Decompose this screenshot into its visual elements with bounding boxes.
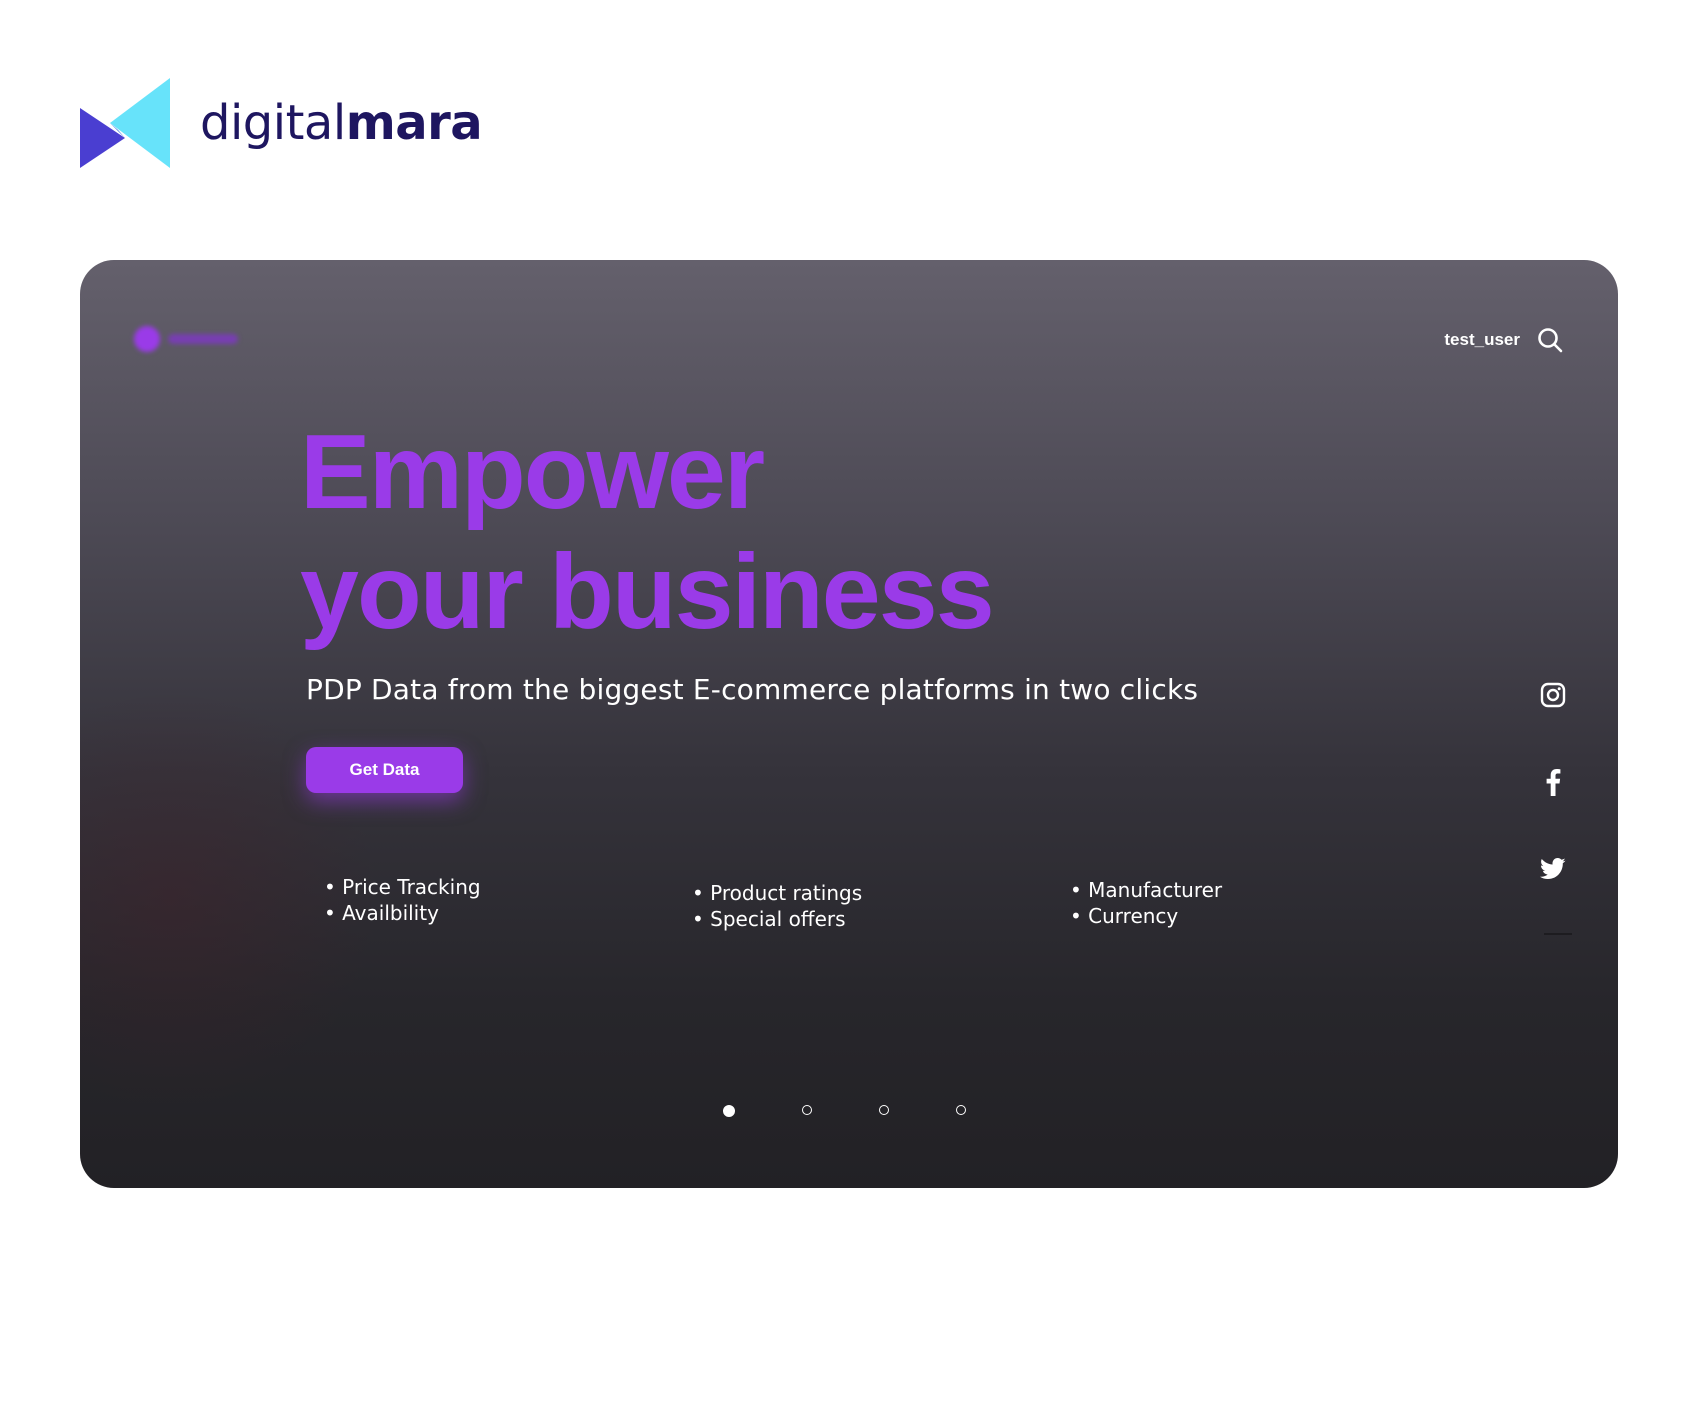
feature-item: Price Tracking	[324, 874, 480, 900]
twitter-icon	[1540, 858, 1566, 879]
instagram-link[interactable]	[1538, 680, 1568, 710]
pagination-dot-4[interactable]	[956, 1105, 966, 1115]
site-logo[interactable]	[134, 326, 238, 352]
get-data-button[interactable]: Get Data	[306, 747, 463, 793]
hero-title-line-2: your business	[300, 533, 995, 651]
hero-subtitle: PDP Data from the biggest E-commerce pla…	[306, 673, 1199, 706]
hero-title-line-1: Empower	[300, 413, 765, 531]
feature-list-2: Product ratings Special offers	[692, 880, 862, 932]
feature-item: Currency	[1070, 903, 1222, 929]
pagination-dot-1[interactable]	[723, 1105, 735, 1117]
search-button[interactable]	[1536, 326, 1564, 354]
header-actions: test_user	[1444, 326, 1564, 354]
pagination-dot-3[interactable]	[879, 1105, 889, 1115]
brand-wordmark-light: digital	[200, 95, 346, 151]
facebook-icon	[1546, 769, 1561, 796]
digitalmara-logo-icon	[80, 78, 170, 168]
site-logo-wordmark	[168, 334, 238, 344]
username-label[interactable]: test_user	[1444, 330, 1520, 350]
site-logo-mark	[134, 326, 160, 352]
instagram-icon	[1540, 682, 1566, 708]
site-screenshot: test_user Empower your business PDP Data…	[80, 260, 1618, 1188]
feature-item: Availbility	[324, 900, 481, 926]
feature-list-3: Manufacturer Currency	[1070, 877, 1222, 929]
search-icon	[1538, 328, 1563, 353]
brand-wordmark-bold: mara	[345, 95, 483, 151]
facebook-link[interactable]	[1538, 767, 1568, 797]
brand-wordmark: digital mara	[200, 95, 483, 151]
pagination-dot-2[interactable]	[802, 1105, 812, 1115]
brand-logo: digital mara	[80, 78, 483, 168]
twitter-link[interactable]	[1538, 854, 1568, 884]
page: digital mara test_user Empower your busin…	[0, 0, 1690, 1425]
feature-item: Special offers	[692, 906, 862, 932]
feature-item: Product ratings	[692, 880, 862, 906]
feature-item: Manufacturer	[1070, 877, 1222, 903]
social-divider	[1544, 933, 1572, 935]
carousel-pagination	[723, 1105, 966, 1117]
hero-title: Empower your business	[300, 412, 995, 652]
feature-list-1: Price Tracking Availbility	[324, 874, 481, 926]
